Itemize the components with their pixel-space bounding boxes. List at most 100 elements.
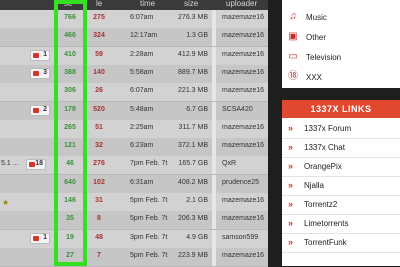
comment-count: 18 <box>35 160 43 168</box>
column-divider <box>212 229 216 248</box>
uploader-link[interactable]: mazemaze16 <box>222 14 264 21</box>
table-row[interactable]: 3 388 140 5:58am 889.7 MB mazemaze16 <box>0 64 268 84</box>
uploader-link[interactable]: mazemaze16 <box>222 124 264 131</box>
uploader-header[interactable]: uploader <box>226 0 257 8</box>
link-label: 1337x Chat <box>304 143 345 152</box>
column-divider <box>212 10 216 28</box>
table-row[interactable]: 5.1 ... 18 46 276 7pm Feb. 7t 165.7 GB QxR <box>0 156 268 176</box>
link-item[interactable]: » OrangePix <box>282 158 400 177</box>
chevron-right-icon: » <box>288 218 294 228</box>
table-row[interactable]: 35 8 5pm Feb. 7t 206.3 MB mazemaze16 <box>0 211 268 231</box>
leech-count: 7 <box>97 251 101 259</box>
chevron-right-icon: » <box>288 161 294 171</box>
category-item[interactable]: ♫ Music <box>282 8 400 28</box>
upload-time: 6:23am <box>130 142 154 150</box>
comments-badge[interactable]: 1 <box>30 49 50 61</box>
file-size: 221.3 MB <box>178 87 208 95</box>
chevron-right-icon: » <box>288 180 294 190</box>
uploader-link[interactable]: mazemaze16 <box>222 252 264 259</box>
sidebar: ♫ Music ▣ Other ▭ Television ⑱ XXX 1337X LINKS … <box>268 0 400 266</box>
comment-count: 3 <box>43 68 47 76</box>
link-item[interactable]: » Njalla <box>282 177 400 196</box>
column-divider <box>212 83 216 102</box>
leech-count: 102 <box>93 178 105 186</box>
category-list: ♫ Music ▣ Other ▭ Television ⑱ XXX <box>282 0 400 88</box>
table-row[interactable]: 766 275 6:07am 276.3 MB mazemaze16 <box>0 10 268 29</box>
leech-count: 51 <box>95 123 103 131</box>
upload-time: 5pm Feb. 7t <box>130 197 168 204</box>
leech-count: 276 <box>93 160 105 168</box>
uploader-link[interactable]: prudence25 <box>222 179 259 186</box>
upload-time: 3pm Feb. 7t <box>130 233 168 241</box>
uploader-link[interactable]: SCSA420 <box>222 106 253 113</box>
size-header[interactable]: size <box>184 0 198 8</box>
table-row[interactable]: 265 51 2:25am 311.7 MB mazemaze16 <box>0 119 268 139</box>
comments-badge[interactable]: 1 <box>30 232 50 244</box>
category-item[interactable]: ⑱ XXX <box>282 68 400 88</box>
column-divider <box>212 64 216 83</box>
chevron-right-icon: » <box>288 142 294 152</box>
upload-time: 5:58am <box>130 68 154 76</box>
upload-time: 5:48am <box>130 105 154 113</box>
comments-badge[interactable]: 3 <box>30 67 50 79</box>
column-divider <box>212 156 216 175</box>
table-row[interactable]: 27 7 5pm Feb. 7t 223.9 MB mazemaze16 <box>0 247 268 267</box>
table-row[interactable]: 1 19 48 3pm Feb. 7t 4.9 GB samson599 <box>0 229 268 249</box>
table-row[interactable]: 466 324 12:17am 1.3 GB mazemaze16 <box>0 28 268 48</box>
comment-count: 1 <box>43 233 47 241</box>
link-item[interactable]: » 1337x Chat <box>282 139 400 158</box>
chevron-right-icon: » <box>288 237 294 247</box>
leech-count: 32 <box>95 142 103 150</box>
links-title: 1337X LINKS <box>282 100 400 118</box>
category-item[interactable]: ▭ Television <box>282 48 400 68</box>
uploader-link[interactable]: mazemaze16 <box>222 87 264 94</box>
uploader-link[interactable]: mazemaze16 <box>222 32 264 39</box>
table-row[interactable]: ★ 146 31 5pm Feb. 7t 2.1 GB mazemaze16 <box>0 193 268 212</box>
table-row[interactable]: 640 102 6:31am 408.2 MB prudence25 <box>0 174 268 194</box>
category-label: Television <box>306 53 342 62</box>
column-divider <box>212 138 216 157</box>
link-item[interactable]: » Torrentz2 <box>282 196 400 215</box>
file-size: 412.9 MB <box>178 50 208 58</box>
link-label: OrangePix <box>304 162 342 171</box>
leech-count: 48 <box>95 233 103 241</box>
file-size: 1.3 GB <box>186 32 208 40</box>
column-divider <box>212 174 216 193</box>
link-label: TorrentFunk <box>304 238 347 247</box>
category-item[interactable]: ▣ Other <box>282 28 400 48</box>
table-row[interactable]: 1 410 59 2:28am 412.9 MB mazemaze16 <box>0 46 268 66</box>
comment-icon <box>33 235 39 241</box>
uploader-link[interactable]: mazemaze16 <box>222 142 264 149</box>
table-row[interactable]: 121 32 6:23am 372.1 MB mazemaze16 <box>0 138 268 158</box>
uploader-link[interactable]: mazemaze16 <box>222 215 264 222</box>
file-size: 311.7 MB <box>178 123 208 131</box>
upload-time: 6:31am <box>130 178 154 186</box>
uploader-link[interactable]: mazemaze16 <box>222 69 264 76</box>
comment-icon <box>33 107 39 113</box>
link-item[interactable]: » TorrentFunk <box>282 234 400 253</box>
table-row[interactable]: 2 178 520 5:48am 6.7 GB SCSA420 <box>0 101 268 121</box>
time-header[interactable]: time <box>140 0 155 8</box>
comments-badge[interactable]: 2 <box>30 104 50 116</box>
leech-count: 26 <box>95 87 103 95</box>
file-size: 408.2 MB <box>178 178 208 186</box>
leeches-header[interactable]: le <box>96 0 102 8</box>
title-fragment[interactable]: 5.1 ... <box>1 160 19 167</box>
column-divider <box>212 247 216 266</box>
column-divider <box>212 193 216 211</box>
uploader-link[interactable]: mazemaze16 <box>222 51 264 58</box>
link-item[interactable]: » 1337x Forum <box>282 120 400 139</box>
uploader-link[interactable]: QxR <box>222 160 236 167</box>
uploader-link[interactable]: samson599 <box>222 234 258 241</box>
chevron-right-icon: » <box>288 123 294 133</box>
leech-count: 59 <box>95 50 103 58</box>
table-row[interactable]: 306 26 6:07am 221.3 MB mazemaze16 <box>0 83 268 103</box>
comments-badge[interactable]: 18 <box>26 159 46 171</box>
leech-count: 275 <box>93 14 105 21</box>
category-label: Music <box>306 13 327 22</box>
link-item[interactable]: » Limetorrents <box>282 215 400 234</box>
uploader-link[interactable]: mazemaze16 <box>222 197 264 204</box>
chevron-right-icon: » <box>288 199 294 209</box>
file-size: 276.3 MB <box>178 14 208 21</box>
upload-time: 7pm Feb. 7t <box>130 160 168 168</box>
